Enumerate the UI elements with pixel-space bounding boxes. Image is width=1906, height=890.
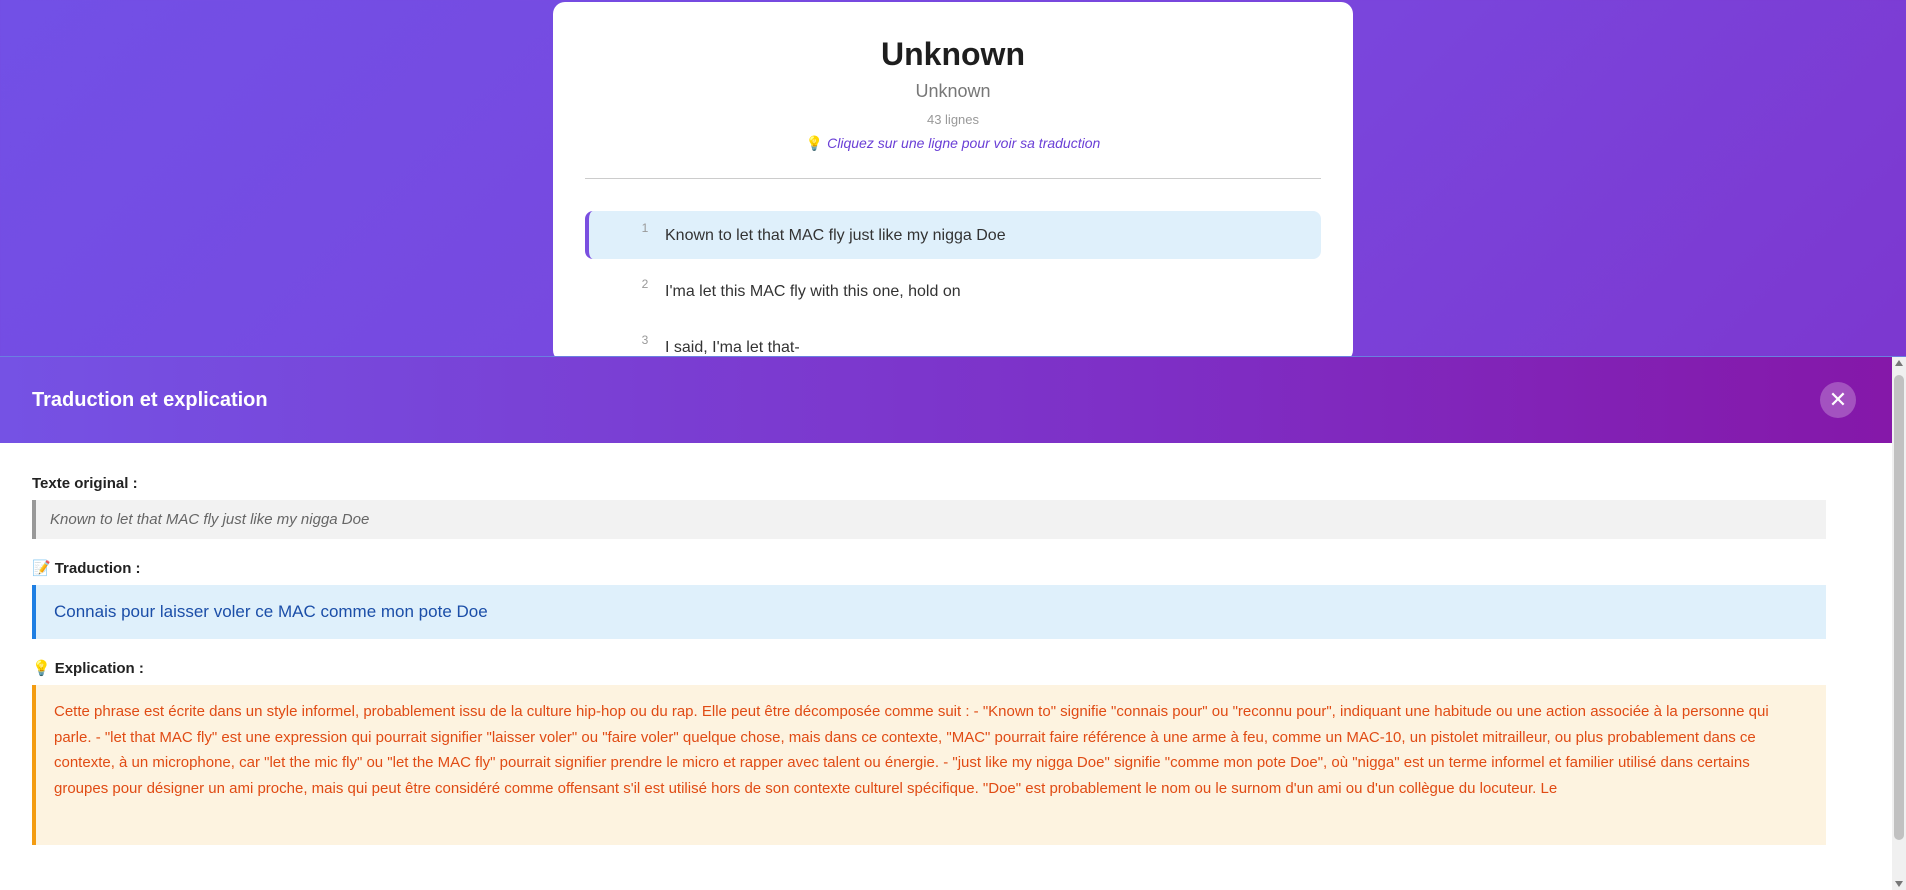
- translation-label-row: 📝 Traduction :: [32, 559, 1826, 577]
- lightbulb-icon: 💡: [805, 135, 824, 151]
- scrollbar-thumb[interactable]: [1894, 375, 1904, 840]
- scroll-up-arrow-icon[interactable]: [1895, 360, 1903, 366]
- hint-label: Cliquez sur une ligne pour voir sa tradu…: [827, 135, 1101, 151]
- line-text: I'ma let this MAC fly with this one, hol…: [665, 283, 961, 300]
- lyric-line-1[interactable]: 1 Known to let that MAC fly just like my…: [585, 211, 1321, 259]
- translation-text: Connais pour laisser voler ce MAC comme …: [32, 585, 1826, 639]
- lyrics-list: 1 Known to let that MAC fly just like my…: [585, 211, 1321, 362]
- original-text: Known to let that MAC fly just like my n…: [32, 500, 1826, 539]
- line-count: 43 lignes: [926, 112, 980, 127]
- translation-panel: Traduction et explication ✕ Texte origin…: [0, 356, 1906, 890]
- panel-body: Texte original : Known to let that MAC f…: [0, 475, 1858, 845]
- line-number: 2: [641, 277, 649, 291]
- panel-title: Traduction et explication: [32, 388, 268, 411]
- original-label: Texte original :: [32, 475, 138, 492]
- explanation-text: Cette phrase est écrite dans un style in…: [32, 685, 1826, 845]
- hint-text: 💡 Cliquez sur une ligne pour voir sa trad…: [585, 135, 1321, 152]
- translation-label: Traduction :: [54, 560, 141, 577]
- song-title: Unknown: [881, 36, 1025, 72]
- close-icon: ✕: [1828, 387, 1848, 412]
- lyrics-card: Unknown Unknown 43 lignes 💡 Cliquez sur u…: [553, 2, 1353, 362]
- close-button[interactable]: ✕: [1820, 382, 1856, 418]
- scrollbar[interactable]: [1892, 357, 1906, 890]
- line-number: 3: [641, 333, 649, 347]
- lyric-line-2[interactable]: 2 I'ma let this MAC fly with this one, h…: [585, 267, 1321, 315]
- scroll-down-arrow-icon[interactable]: [1895, 881, 1903, 887]
- line-text: Known to let that MAC fly just like my n…: [665, 227, 1006, 244]
- divider: [585, 178, 1321, 179]
- line-number: 1: [641, 221, 649, 235]
- memo-icon: 📝: [32, 560, 51, 577]
- line-text: I said, I'ma let that-: [665, 339, 800, 356]
- explanation-label-row: 💡 Explication :: [32, 659, 1826, 677]
- panel-header: Traduction et explication ✕: [0, 357, 1906, 443]
- explanation-label: Explication :: [54, 660, 144, 677]
- song-artist: Unknown: [915, 81, 991, 101]
- lightbulb-icon: 💡: [32, 660, 51, 677]
